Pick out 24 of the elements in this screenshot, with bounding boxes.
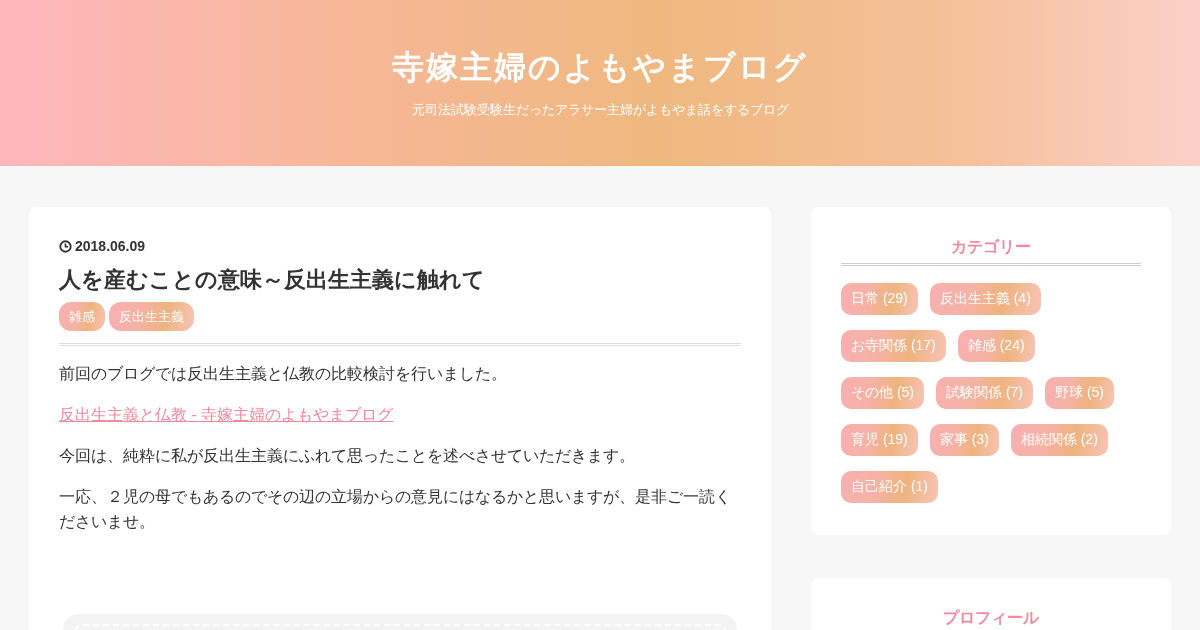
category-link[interactable]: 相続関係 (2) [1010,424,1108,456]
article-link[interactable]: 反出生主義と仏教 - 寺嫁主婦のよもやまブログ [59,406,394,423]
category-link[interactable]: 野球 (5) [1045,377,1114,409]
category-link[interactable]: 自己紹介 (1) [841,471,938,503]
paragraph: 前回のブログでは反出生主義と仏教の比較検討を行いました。 [59,364,508,384]
paragraph: 一応、２児の母でもあるのでその辺の立場からの意見にはなるかと思いますが、是非ご一読くださいませ。 [59,487,732,532]
post-date: 2018.06.09 [75,237,146,255]
widget-title: カテゴリー [951,237,1031,257]
category-link[interactable]: お寺関係 (17) [841,330,946,362]
category-link[interactable]: 雑感 (24) [957,330,1035,362]
blog-tagline: 元司法試験受験生だったアラサー主婦がよもやま話をするブログ [411,101,789,118]
post-title: 人を産むことの意味～反出生主義に触れて [59,266,486,294]
clock-icon [59,239,72,253]
category-link[interactable]: 日常 (29) [841,283,918,315]
category-link[interactable]: 試験関係 (7) [936,377,1033,409]
category-link[interactable]: 反出生主義 (4) [929,283,1041,315]
tag-link[interactable]: 反出生主義 [109,302,194,331]
paragraph: 今回は、純粋に私が反出生主義にふれて思ったことを述べさせていただきます。 [59,446,636,466]
category-link[interactable]: その他 (5) [841,377,924,409]
tag-link[interactable]: 雑感 [59,302,105,331]
blog-title[interactable]: 寺嫁主婦のよもやまブログ [392,48,808,86]
category-link[interactable]: 家事 (3) [929,424,999,456]
category-link[interactable]: 育児 (19) [841,424,918,456]
widget-title: プロフィール [943,608,1039,628]
